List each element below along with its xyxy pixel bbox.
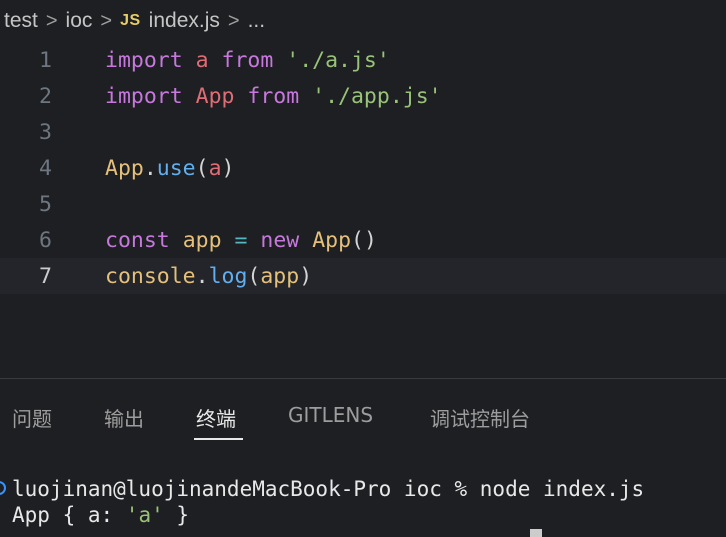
code-text: App.use(a): [105, 156, 235, 181]
code-token: new: [260, 227, 300, 253]
breadcrumb-item-symbols[interactable]: ...: [248, 9, 266, 33]
breadcrumb: test > ioc > JS index.js > ...: [0, 0, 726, 42]
line-number: 1: [39, 47, 52, 73]
code-token: (: [195, 155, 209, 181]
line-number: 3: [39, 119, 52, 145]
line-number: 7: [39, 263, 52, 289]
code-token: a: [208, 155, 222, 181]
line-number: 2: [39, 83, 52, 109]
chevron-right-icon: >: [100, 9, 113, 32]
tab-output[interactable]: 输出: [104, 403, 144, 432]
terminal-command-line: luojinan@luojinandeMacBook-Pro ioc % nod…: [12, 477, 645, 501]
line-number: 5: [39, 191, 52, 217]
code-line[interactable]: 4 App.use(a): [0, 150, 726, 186]
code-token: import: [105, 83, 183, 109]
code-line[interactable]: 1 import a from './a.js': [0, 42, 726, 78]
terminal-output-prefix: App { a:: [12, 503, 126, 527]
code-line[interactable]: 7 console.log(app): [0, 258, 726, 294]
tab-debug-console[interactable]: 调试控制台: [430, 403, 530, 432]
code-token: log: [208, 263, 248, 289]
code-line[interactable]: 6 const app = new App(): [0, 222, 726, 258]
code-token: (: [247, 263, 261, 289]
command-status-icon: [0, 481, 6, 495]
breadcrumb-item-file[interactable]: index.js: [149, 9, 220, 33]
code-token: App: [312, 227, 352, 253]
bottom-panel: 问题 输出 终端 GITLENS 调试控制台 luojinan@luojinan…: [0, 378, 726, 537]
code-token: './a.js': [286, 47, 390, 73]
terminal-output-value: 'a': [125, 503, 164, 527]
code-text: import App from './app.js': [105, 84, 442, 109]
code-token: app: [260, 263, 300, 289]
code-token: a: [195, 47, 209, 73]
code-line[interactable]: 2 import App from './app.js': [0, 78, 726, 114]
terminal-output-suffix: }: [163, 503, 190, 527]
code-token: =: [234, 227, 248, 253]
javascript-file-icon: JS: [120, 12, 141, 29]
code-text: const app = new App(): [105, 228, 377, 253]
code-token: app: [182, 227, 222, 253]
code-token: from: [247, 83, 300, 109]
tab-terminal[interactable]: 终端: [196, 403, 236, 432]
code-token: import: [105, 47, 183, 73]
panel-tabs: 问题 输出 终端 GITLENS 调试控制台: [0, 379, 726, 443]
breadcrumb-item-ioc[interactable]: ioc: [66, 9, 93, 33]
breadcrumb-item-test[interactable]: test: [4, 9, 38, 33]
tab-gitlens[interactable]: GITLENS: [288, 403, 373, 427]
code-token: const: [105, 227, 170, 253]
line-number: 4: [39, 155, 52, 181]
terminal-output-line: App { a: 'a' }: [12, 503, 189, 527]
chevron-right-icon: >: [45, 9, 58, 32]
code-text: import a from './a.js': [105, 48, 390, 73]
code-token: App: [105, 155, 144, 181]
tab-problems[interactable]: 问题: [12, 403, 52, 432]
code-token: .: [143, 155, 157, 181]
code-token: (): [351, 227, 377, 253]
terminal[interactable]: luojinan@luojinandeMacBook-Pro ioc % nod…: [0, 475, 726, 537]
code-token: console: [105, 263, 196, 289]
code-token: ): [221, 155, 235, 181]
code-token: use: [156, 155, 196, 181]
active-tab-indicator: [194, 438, 243, 440]
code-token: App: [195, 83, 235, 109]
code-token: from: [221, 47, 274, 73]
code-token: .: [195, 263, 209, 289]
code-editor[interactable]: 1 import a from './a.js' 2 import App from …: [0, 42, 726, 378]
code-text: console.log(app): [105, 264, 312, 289]
code-line[interactable]: 3: [0, 114, 726, 150]
code-token: ): [299, 263, 313, 289]
code-token: './app.js': [312, 83, 442, 109]
code-line[interactable]: 5: [0, 186, 726, 222]
line-number: 6: [39, 227, 52, 253]
chevron-right-icon: >: [227, 9, 240, 32]
